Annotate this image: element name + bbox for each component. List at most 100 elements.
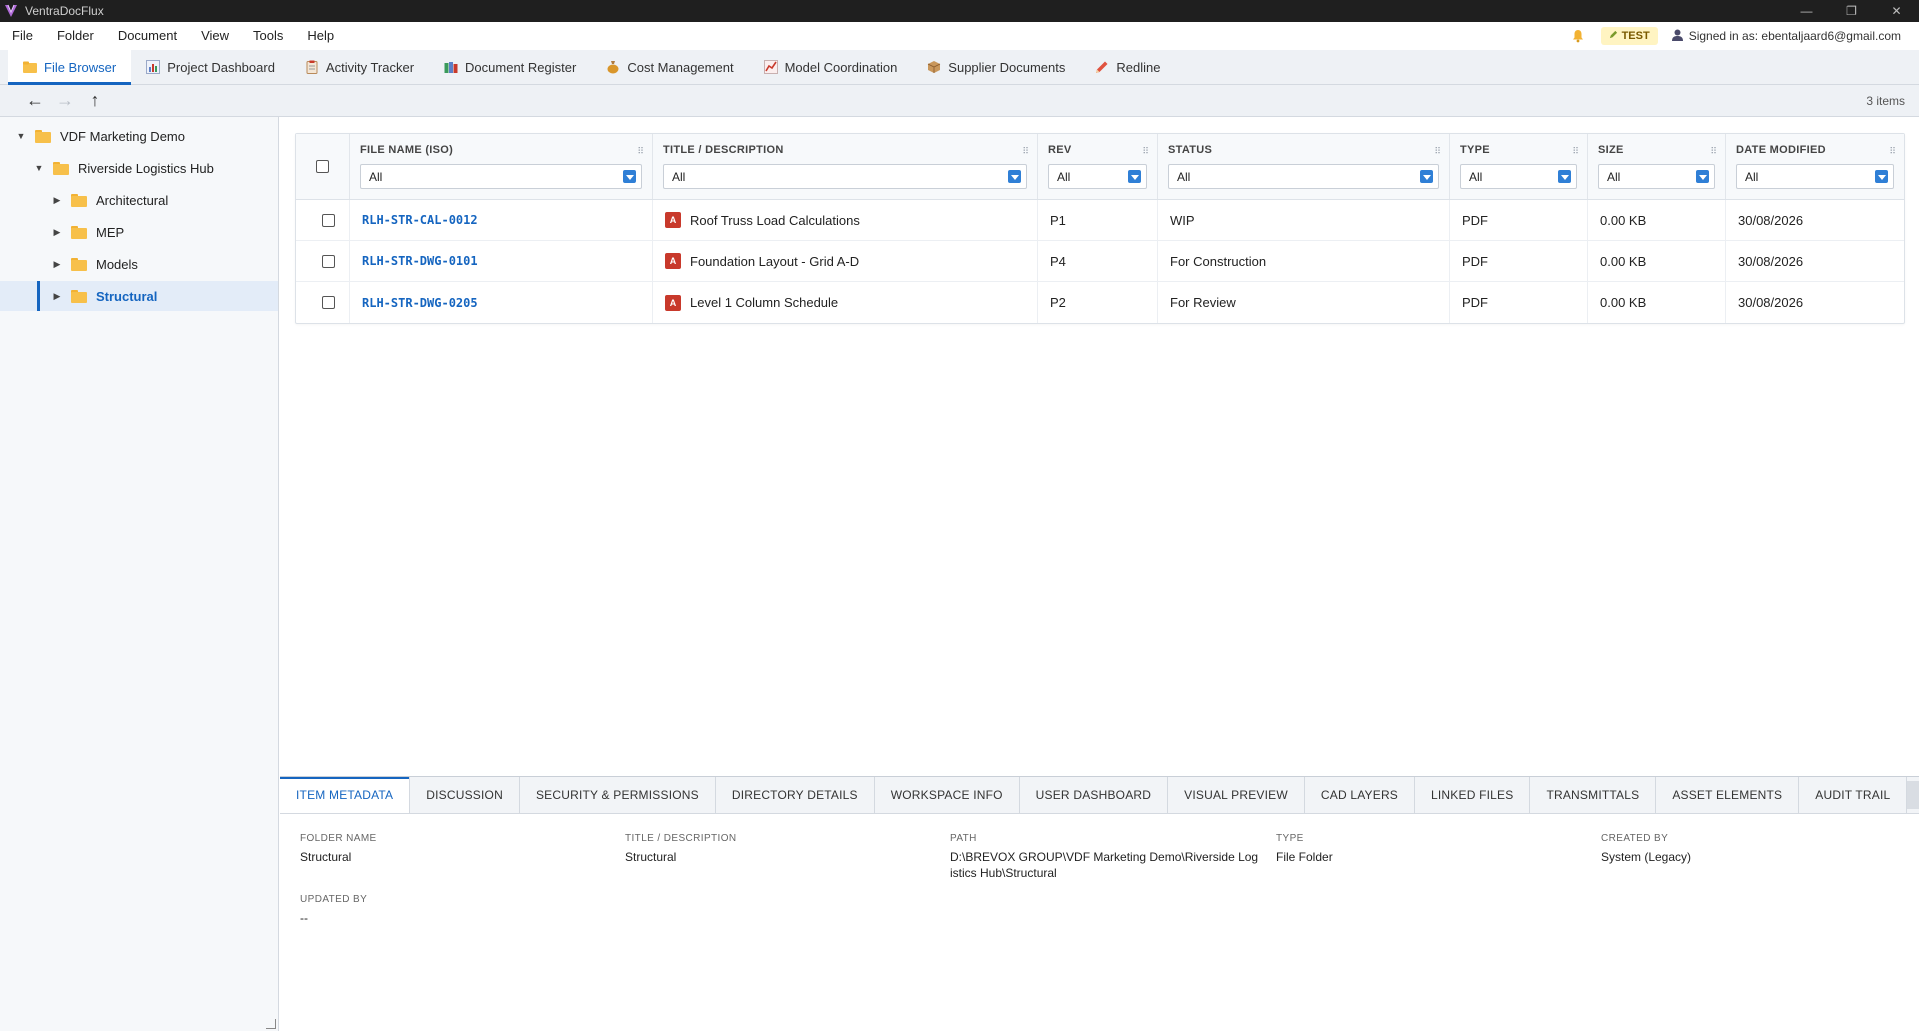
folder-icon: [71, 289, 87, 303]
folder-icon: [71, 225, 87, 239]
notification-bell-icon[interactable]: [1569, 27, 1587, 45]
column-menu-icon[interactable]: ⠿: [1710, 146, 1717, 157]
tab-label: Model Coordination: [784, 59, 898, 75]
rev-filter[interactable]: All: [1048, 164, 1147, 189]
column-size[interactable]: SIZE ⠿ All: [1588, 134, 1726, 199]
status-filter[interactable]: All: [1168, 164, 1439, 189]
meta-updated-by: UPDATED BY --: [300, 894, 600, 926]
type-filter[interactable]: All: [1460, 164, 1577, 189]
menu-file[interactable]: File: [0, 22, 45, 50]
menu-folder[interactable]: Folder: [45, 22, 106, 50]
column-type[interactable]: TYPE ⠿ All: [1450, 134, 1588, 199]
column-menu-icon[interactable]: ⠿: [1022, 146, 1029, 157]
tab-label: Redline: [1116, 59, 1161, 75]
signed-in-user[interactable]: Signed in as: ebentaljaard6@gmail.com: [1671, 29, 1901, 44]
tree-item-mep[interactable]: ▶ MEP: [0, 217, 278, 247]
tab-document-register[interactable]: Document Register: [429, 50, 591, 84]
column-menu-icon[interactable]: ⠿: [1142, 146, 1149, 157]
tab-project-dashboard[interactable]: Project Dashboard: [131, 50, 290, 84]
collapse-icon[interactable]: ▼: [33, 163, 45, 173]
expand-icon[interactable]: ▶: [51, 195, 63, 206]
filter-dropdown-icon[interactable]: [1558, 170, 1571, 183]
books-icon: [444, 60, 458, 74]
resize-grip-icon[interactable]: [266, 1019, 276, 1029]
column-menu-icon[interactable]: ⠿: [1889, 146, 1896, 157]
menu-tools[interactable]: Tools: [241, 22, 295, 50]
tree-item-vdf-marketing-demo[interactable]: ▼ VDF Marketing Demo: [0, 121, 278, 151]
column-date-modified[interactable]: DATE MODIFIED ⠿ All: [1726, 134, 1904, 199]
select-all-checkbox[interactable]: [316, 160, 329, 173]
expand-icon[interactable]: ▶: [51, 259, 63, 270]
rev-cell: P4: [1038, 241, 1158, 281]
size-filter[interactable]: All: [1598, 164, 1715, 189]
column-menu-icon[interactable]: ⠿: [1572, 146, 1579, 157]
tree-item-riverside-logistics-hub[interactable]: ▼ Riverside Logistics Hub: [0, 153, 278, 183]
back-arrow-icon[interactable]: ←: [20, 89, 50, 113]
tab-transmittals[interactable]: TRANSMITTALS: [1530, 777, 1657, 813]
table-row[interactable]: RLH-STR-DWG-0205 A Level 1 Column Schedul…: [296, 282, 1904, 323]
tab-discussion[interactable]: DISCUSSION: [410, 777, 520, 813]
row-checkbox[interactable]: [322, 296, 335, 309]
restore-button[interactable]: ❐: [1829, 0, 1874, 22]
tab-visual-preview[interactable]: VISUAL PREVIEW: [1168, 777, 1305, 813]
tab-activity-tracker[interactable]: Activity Tracker: [290, 50, 429, 84]
minimize-button[interactable]: —: [1784, 0, 1829, 22]
filter-dropdown-icon[interactable]: [1128, 170, 1141, 183]
tab-linked-files[interactable]: LINKED FILES: [1415, 777, 1531, 813]
up-arrow-icon[interactable]: ↑: [80, 89, 110, 113]
filter-dropdown-icon[interactable]: [1696, 170, 1709, 183]
tab-model-coordination[interactable]: Model Coordination: [749, 50, 913, 84]
tree-item-structural[interactable]: ▶ Structural: [0, 281, 278, 311]
column-menu-icon[interactable]: ⠿: [637, 146, 644, 157]
filter-dropdown-icon[interactable]: [1008, 170, 1021, 183]
tree-item-architectural[interactable]: ▶ Architectural: [0, 185, 278, 215]
column-rev[interactable]: REV ⠿ All: [1038, 134, 1158, 199]
tab-supplier-documents[interactable]: Supplier Documents: [912, 50, 1080, 84]
date-filter[interactable]: All: [1736, 164, 1894, 189]
column-title[interactable]: TITLE / DESCRIPTION ⠿ All: [653, 134, 1038, 199]
file-name-cell[interactable]: RLH-STR-DWG-0101: [350, 241, 653, 281]
menu-document[interactable]: Document: [106, 22, 189, 50]
menu-help[interactable]: Help: [295, 22, 346, 50]
tab-file-browser[interactable]: File Browser: [8, 50, 132, 85]
collapse-icon[interactable]: ▼: [15, 131, 27, 141]
row-checkbox[interactable]: [322, 254, 335, 268]
title-cell: A Level 1 Column Schedule: [653, 282, 1038, 323]
close-button[interactable]: ✕: [1874, 0, 1919, 22]
tab-asset-elements[interactable]: ASSET ELEMENTS: [1656, 777, 1800, 813]
tab-security-permissions[interactable]: SECURITY & PERMISSIONS: [520, 777, 716, 813]
expand-icon[interactable]: ▶: [51, 291, 63, 302]
tab-user-dashboard[interactable]: USER DASHBOARD: [1020, 777, 1169, 813]
tab-redline[interactable]: Redline: [1080, 50, 1175, 84]
tab-audit-trail[interactable]: AUDIT TRAIL: [1799, 777, 1908, 813]
expand-icon[interactable]: ▶: [51, 227, 63, 238]
tab-cost-management[interactable]: Cost Management: [591, 50, 748, 84]
menu-view[interactable]: View: [189, 22, 241, 50]
tab-scrollbar[interactable]: [1907, 781, 1919, 809]
file-name-filter[interactable]: All: [360, 164, 642, 189]
tree-item-models[interactable]: ▶ Models: [0, 249, 278, 279]
filter-dropdown-icon[interactable]: [1875, 170, 1888, 183]
column-file-name[interactable]: FILE NAME (ISO) ⠿ All: [350, 134, 653, 199]
column-status[interactable]: STATUS ⠿ All: [1158, 134, 1450, 199]
tab-item-metadata[interactable]: ITEM METADATA: [280, 777, 411, 813]
tab-label: Cost Management: [627, 59, 734, 75]
filter-dropdown-icon[interactable]: [1420, 170, 1433, 183]
row-select-cell: [296, 282, 350, 323]
column-menu-icon[interactable]: ⠿: [1434, 146, 1441, 157]
menu-bar: File Folder Document View Tools Help TES…: [0, 22, 1919, 50]
table-row[interactable]: RLH-STR-CAL-0012 A Roof Truss Load Calcul…: [296, 200, 1904, 241]
forward-arrow-icon[interactable]: →: [50, 89, 80, 113]
tab-workspace-info[interactable]: WORKSPACE INFO: [875, 777, 1020, 813]
tree-item-label: Riverside Logistics Hub: [78, 160, 214, 176]
filter-dropdown-icon[interactable]: [623, 170, 636, 183]
tab-label: Activity Tracker: [325, 59, 415, 75]
tab-cad-layers[interactable]: CAD LAYERS: [1305, 777, 1416, 813]
tab-directory-details[interactable]: DIRECTORY DETAILS: [716, 777, 875, 813]
table-row[interactable]: RLH-STR-DWG-0101 A Foundation Layout - Gr…: [296, 241, 1904, 282]
folder-icon: [23, 60, 37, 74]
title-filter[interactable]: All: [663, 164, 1027, 189]
file-name-cell[interactable]: RLH-STR-CAL-0012: [350, 200, 653, 240]
file-name-cell[interactable]: RLH-STR-DWG-0205: [350, 282, 653, 323]
row-checkbox[interactable]: [322, 213, 335, 227]
